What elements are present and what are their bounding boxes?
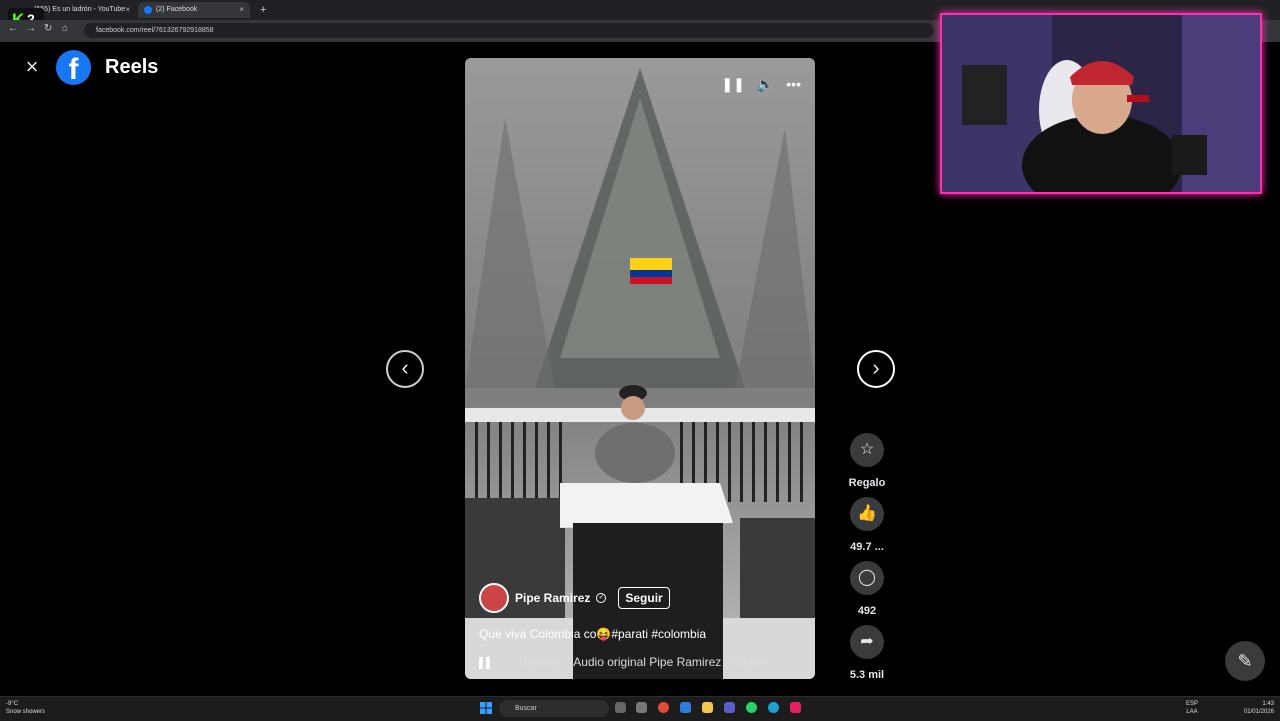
close-icon[interactable]: × <box>20 55 44 79</box>
clock-time: 1:43 <box>1262 701 1274 707</box>
author-name[interactable]: Pipe Ramirez <box>515 591 590 605</box>
webcam-overlay <box>940 13 1262 194</box>
like-count: 49.7 ... <box>850 541 884 553</box>
new-tab-button[interactable]: + <box>260 2 266 18</box>
back-icon[interactable]: ← <box>8 23 18 34</box>
url-field[interactable]: facebook.com/reel/761326792918858 <box>84 23 934 38</box>
edge-icon[interactable] <box>768 702 779 713</box>
tab-title: (2) Facebook <box>156 6 198 13</box>
audio-waveform-icon: ▌▌ <box>479 658 494 669</box>
reel-caption: Que viva Colombia co😝#parati #colombia <box>479 627 707 641</box>
media-icon[interactable] <box>790 702 801 713</box>
teams-icon[interactable] <box>724 702 735 713</box>
chrome-icon[interactable] <box>658 702 669 713</box>
audio-text: Ramirez · Audio original Pipe Ramirez · … <box>518 655 772 669</box>
video-controls: ❚❚ 🔈 ••• <box>721 76 801 93</box>
comment-icon[interactable]: ◯ <box>850 561 884 595</box>
page-title: Reels <box>105 56 159 78</box>
like-action[interactable]: 👍 49.7 ... <box>840 497 894 553</box>
gift-label: Regalo <box>848 477 886 489</box>
taskbar: -9°C Snow showers Buscar ESP LAA 1:43 01… <box>0 696 1280 721</box>
share-count: 5.3 mil <box>849 669 885 681</box>
comment-action[interactable]: ◯ 492 <box>840 561 894 617</box>
whatsapp-icon[interactable] <box>746 702 757 713</box>
folder-icon[interactable] <box>702 702 713 713</box>
clock[interactable]: 1:43 01/01/2026 <box>1244 700 1274 716</box>
tab-facebook[interactable]: (2) Facebook × <box>138 2 250 18</box>
like-icon[interactable]: 👍 <box>850 497 884 531</box>
verified-icon: ✓ <box>596 593 607 603</box>
audio-ticker[interactable]: ▌▌ Ramirez · Audio original Pipe Ramirez… <box>479 655 809 669</box>
share-icon[interactable]: ➦ <box>850 625 884 659</box>
pause-icon[interactable]: ❚❚ <box>721 76 744 93</box>
close-tab-icon[interactable]: × <box>125 2 130 18</box>
app-icon[interactable] <box>680 702 691 713</box>
home-icon[interactable]: ⌂ <box>62 23 68 34</box>
weather-widget[interactable]: -9°C Snow showers <box>6 700 45 716</box>
share-action[interactable]: ➦ 5.3 mil <box>840 625 894 681</box>
weather-desc: Snow showers <box>6 709 46 715</box>
more-options-icon[interactable]: ••• <box>786 76 801 93</box>
compose-icon[interactable]: ✎ <box>1225 641 1265 681</box>
lang-secondary: LAA <box>1186 709 1198 715</box>
windows-start-icon[interactable] <box>480 702 492 714</box>
weather-temp: -9°C <box>6 701 19 707</box>
previous-reel-button[interactable]: ‹ <box>386 350 424 388</box>
follow-button[interactable]: Seguir <box>618 587 670 609</box>
gift-action[interactable]: ☆ Regalo <box>840 433 894 489</box>
reel-video[interactable]: ❚❚ 🔈 ••• Pipe Ramirez ✓ Seguir Que viva … <box>465 58 815 679</box>
clock-date: 01/01/2026 <box>1243 709 1274 715</box>
reload-icon[interactable]: ↻ <box>44 23 52 34</box>
next-reel-button[interactable]: › <box>857 350 895 388</box>
mute-icon[interactable]: 🔈 <box>757 76 774 93</box>
task-view-icon[interactable] <box>615 702 626 713</box>
avatar[interactable] <box>479 583 509 613</box>
tab-title: (555) Es un ladrón - YouTube <box>34 6 126 13</box>
lang-primary: ESP <box>1186 701 1199 707</box>
webcam-feed <box>942 15 1260 192</box>
close-tab-icon[interactable]: × <box>239 2 244 18</box>
forward-icon[interactable]: → <box>26 23 36 34</box>
file-icon[interactable] <box>636 702 647 713</box>
facebook-logo[interactable]: f <box>56 50 91 85</box>
facebook-favicon-icon <box>144 6 152 14</box>
comment-count: 492 <box>857 605 877 617</box>
gift-icon[interactable]: ☆ <box>850 433 884 467</box>
language-indicator[interactable]: ESP LAA <box>1186 700 1198 716</box>
reel-author: Pipe Ramirez ✓ Seguir <box>479 583 670 613</box>
taskbar-search[interactable]: Buscar <box>499 700 609 717</box>
